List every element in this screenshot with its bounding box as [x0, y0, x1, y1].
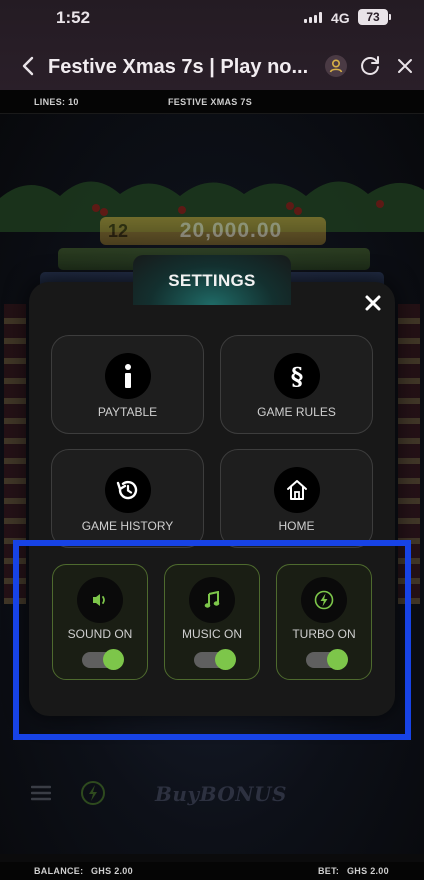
paytable-button[interactable]: PAYTABLE [51, 335, 204, 434]
game-history-button[interactable]: GAME HISTORY [51, 449, 204, 548]
bet-label: BET: [318, 866, 340, 876]
jackpot-level: 12 [107, 220, 129, 241]
page-title: Festive Xmas 7s | Play no... [48, 56, 309, 78]
home-icon [274, 467, 320, 513]
profile-icon[interactable] [324, 54, 348, 78]
network-type: 4G [331, 10, 350, 26]
home-label: HOME [278, 519, 315, 533]
history-icon [105, 467, 151, 513]
close-tab-icon[interactable] [393, 54, 417, 78]
footer-bar: BALANCE: GHS 2.00 BET: GHS 2.00 [0, 862, 424, 880]
close-icon[interactable] [362, 292, 384, 314]
signal-icon [304, 12, 322, 23]
paytable-label: PAYTABLE [97, 405, 158, 419]
lines-label: LINES: 10 [34, 97, 79, 107]
app-header: 1:52 4G 73 Festive Xmas 7s | Play no... [0, 0, 424, 90]
highlight-box [13, 540, 411, 740]
back-arrow-icon[interactable] [18, 54, 40, 78]
buy-bonus-button[interactable]: BuyBONUS [155, 782, 287, 806]
home-button[interactable]: HOME [220, 449, 373, 548]
balance-value: GHS 2.00 [91, 866, 133, 876]
bet-value: GHS 2.00 [347, 866, 389, 876]
menu-icon[interactable] [31, 784, 51, 802]
refresh-icon[interactable] [358, 54, 382, 78]
balance-label: BALANCE: [34, 866, 84, 876]
game-info-strip: LINES: 10 FESTIVE XMAS 7S [0, 90, 424, 114]
turbo-icon[interactable] [80, 780, 106, 806]
battery-indicator: 73 [358, 9, 391, 25]
jackpot-value: 20,000.00 [179, 219, 283, 242]
game-name: FESTIVE XMAS 7S [168, 97, 253, 107]
game-rules-button[interactable]: § GAME RULES [220, 335, 373, 434]
settings-title: SETTINGS [133, 255, 291, 305]
section-icon: § [274, 353, 320, 399]
jackpot-bar: 12 20,000.00 [100, 217, 326, 245]
status-time: 1:52 [56, 8, 91, 27]
game-history-label: GAME HISTORY [81, 519, 174, 533]
info-icon [105, 353, 151, 399]
game-rules-label: GAME RULES [257, 405, 336, 419]
